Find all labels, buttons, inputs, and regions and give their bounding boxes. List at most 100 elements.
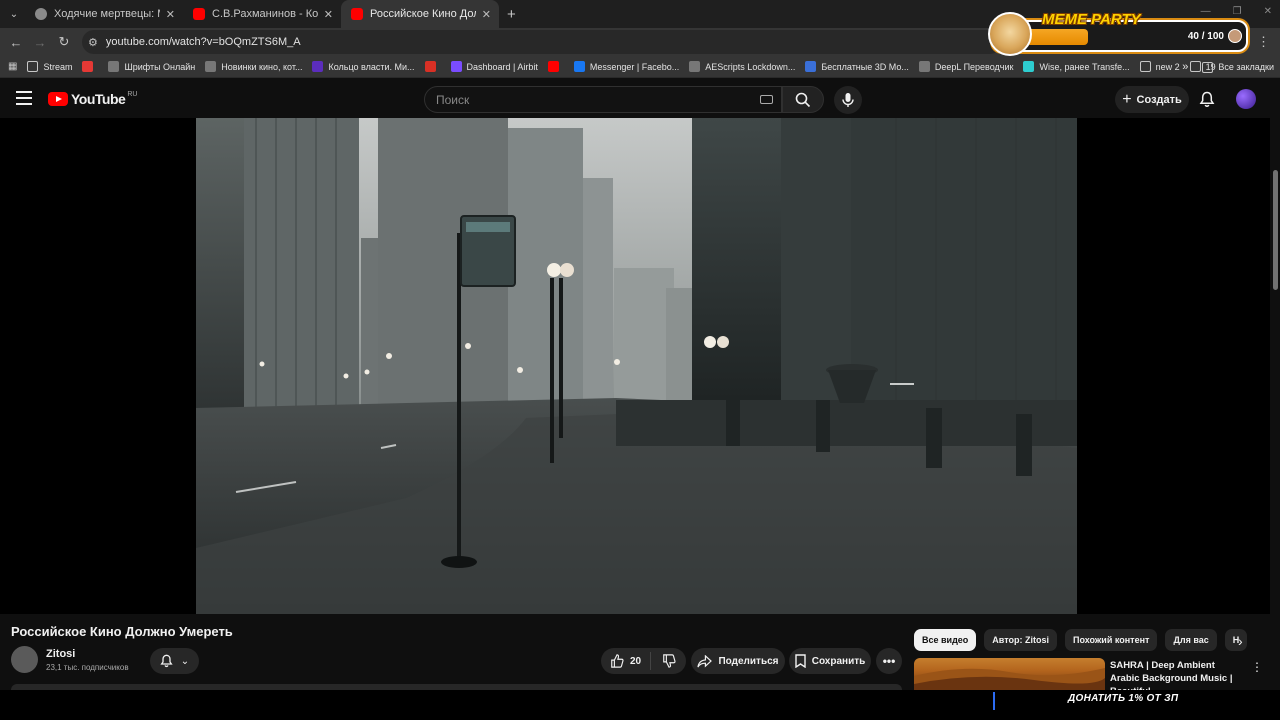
- wise-icon: [1023, 61, 1035, 72]
- chip-author[interactable]: Автор: Zitosi: [984, 629, 1057, 651]
- search-placeholder: Поиск: [436, 92, 470, 107]
- bookmark-item[interactable]: Messenger | Facebo...: [573, 61, 679, 72]
- hamburger-menu-icon[interactable]: [16, 91, 32, 105]
- browser-tab-2[interactable]: С.В.Рахманинов - Концерт № ✕: [183, 0, 341, 28]
- bookmark-item[interactable]: Dashboard | Airbit: [450, 61, 538, 72]
- bookmark-item[interactable]: [547, 61, 564, 72]
- bookmark-item[interactable]: AEScripts Lockdown...: [689, 61, 795, 72]
- close-tab-icon[interactable]: ✕: [324, 8, 333, 21]
- recommendation-thumbnail[interactable]: [914, 658, 1105, 690]
- forward-arrow-icon[interactable]: →: [28, 35, 52, 50]
- maximize-icon[interactable]: ❐: [1233, 6, 1242, 17]
- chevron-down-icon: ⌄: [180, 655, 190, 667]
- bookmark-item[interactable]: Wise, ранее Transfe...: [1023, 61, 1130, 72]
- create-button[interactable]: + Создать: [1115, 86, 1189, 113]
- account-avatar[interactable]: [1236, 89, 1256, 109]
- city-street-scene: [196, 118, 1077, 614]
- bookmark-label: Dashboard | Airbit: [466, 61, 538, 72]
- like-button[interactable]: 20: [601, 652, 651, 670]
- bookmark-item[interactable]: Бесплатные 3D Мо...: [805, 61, 909, 72]
- subscription-bell-button[interactable]: ⌄: [150, 648, 199, 674]
- donate-banner-text: ДОНАТИТЬ 1% ОТ ЗП: [1068, 693, 1179, 704]
- 3d-icon: [805, 61, 817, 72]
- globe-icon: [35, 8, 47, 20]
- bookmark-item[interactable]: Кольцо власти. Ми...: [312, 61, 415, 72]
- dislike-button[interactable]: [651, 654, 686, 668]
- chip-all-videos[interactable]: Все видео: [914, 629, 977, 651]
- browser-tab-1[interactable]: Ходячие мертвецы: Мертвый ✕: [25, 0, 183, 28]
- bookmark-label: Бесплатные 3D Мо...: [821, 61, 909, 72]
- bookmark-item[interactable]: [424, 61, 441, 72]
- youtube-wordmark: YouTube: [71, 91, 126, 107]
- microphone-icon: [842, 93, 854, 107]
- page-scrollbar[interactable]: [1270, 78, 1280, 720]
- tab-title: Российское Кино Должно Уме: [370, 8, 476, 20]
- video-title: Российское Кино Должно Умереть: [11, 624, 233, 639]
- bookmarks-bar: ▦ Stream Шрифты Онлайн Новинки кино, кот..…: [0, 56, 1280, 78]
- tab-search-icon[interactable]: ⌄: [3, 3, 25, 25]
- url-field[interactable]: ⚙ youtube.com/watch?v=bOQmZTS6M_A: [82, 30, 1002, 54]
- gmail-icon: [424, 61, 436, 72]
- donate-marker: [993, 692, 995, 710]
- channel-avatar[interactable]: [11, 646, 38, 673]
- channel-name[interactable]: Zitosi: [46, 648, 75, 660]
- search-icon: [795, 92, 811, 107]
- thumbs-down-icon: [662, 654, 676, 668]
- airbit-icon: [450, 61, 462, 72]
- apps-grid-icon[interactable]: ▦: [8, 61, 17, 72]
- bookmark-item[interactable]: [82, 61, 98, 72]
- tab-title: С.В.Рахманинов - Концерт №: [212, 8, 318, 20]
- youtube-logo[interactable]: YouTube RU: [48, 91, 137, 107]
- new-tab-button[interactable]: +: [507, 6, 516, 23]
- url-text: youtube.com/watch?v=bOQmZTS6M_A: [105, 36, 301, 48]
- more-actions-button[interactable]: •••: [876, 648, 902, 674]
- ellipsis-icon: •••: [882, 654, 896, 668]
- meme-party-widget: MEME PARTY 40 / 100: [988, 11, 1248, 56]
- minimize-icon[interactable]: —: [1201, 6, 1211, 17]
- bookmark-label: Шрифты Онлайн: [124, 61, 196, 72]
- video-frame[interactable]: [196, 118, 1077, 614]
- save-button[interactable]: Сохранить: [789, 648, 871, 674]
- notifications-bell-icon[interactable]: [1199, 91, 1215, 108]
- chip-partial[interactable]: Н: [1224, 629, 1248, 651]
- bell-icon: [160, 654, 173, 668]
- chevron-right-icon[interactable]: ›: [1238, 633, 1243, 649]
- bookmark-item[interactable]: Stream: [27, 61, 72, 72]
- video-player[interactable]: [0, 118, 1270, 614]
- site-info-icon[interactable]: ⚙: [88, 36, 98, 49]
- like-count: 20: [629, 655, 642, 667]
- window-controls: — ❐ ✕: [1201, 6, 1272, 17]
- folder-icon: [1139, 61, 1151, 72]
- browser-tab-3-active[interactable]: Российское Кино Должно Уме ✕: [341, 0, 499, 28]
- bookmark-icon: [795, 654, 806, 668]
- scrollbar-thumb[interactable]: [1273, 170, 1278, 290]
- search-input[interactable]: Поиск: [424, 86, 782, 113]
- chip-for-you[interactable]: Для вас: [1165, 629, 1217, 651]
- bookmarks-overflow[interactable]: »: [1182, 61, 1188, 73]
- all-bookmarks[interactable]: Все закладки: [1202, 61, 1274, 73]
- youtube-play-icon: [48, 92, 68, 106]
- back-arrow-icon[interactable]: ←: [4, 35, 28, 50]
- bookmark-item[interactable]: DeepL Переводчик: [918, 61, 1014, 72]
- bookmark-label: AEScripts Lockdown...: [705, 61, 796, 72]
- share-button[interactable]: Поделиться: [691, 648, 785, 674]
- keyboard-icon[interactable]: [760, 95, 773, 104]
- reload-icon[interactable]: ↻: [52, 34, 76, 50]
- bookmark-label: DeepL Переводчик: [934, 61, 1014, 72]
- search-button[interactable]: [782, 86, 824, 113]
- close-tab-icon[interactable]: ✕: [166, 8, 175, 21]
- bookmark-item[interactable]: Новинки кино, кот...: [205, 61, 302, 72]
- bookmark-item[interactable]: new 2: [1139, 61, 1180, 72]
- close-tab-icon[interactable]: ✕: [482, 8, 491, 21]
- close-window-icon[interactable]: ✕: [1264, 6, 1272, 17]
- avatar-icon: [1228, 29, 1242, 43]
- recommendation-menu-icon[interactable]: ⋮: [1251, 660, 1263, 674]
- like-dislike-group: 20: [601, 648, 686, 674]
- bookmark-label: Кольцо власти. Ми...: [328, 61, 415, 72]
- voice-search-button[interactable]: [834, 86, 862, 114]
- bookmark-item[interactable]: Шрифты Онлайн: [108, 61, 195, 72]
- thumbs-up-icon: [611, 654, 624, 668]
- browser-menu-icon[interactable]: ⋮: [1257, 34, 1270, 50]
- font-icon: [108, 61, 120, 72]
- chip-similar[interactable]: Похожий контент: [1065, 629, 1158, 651]
